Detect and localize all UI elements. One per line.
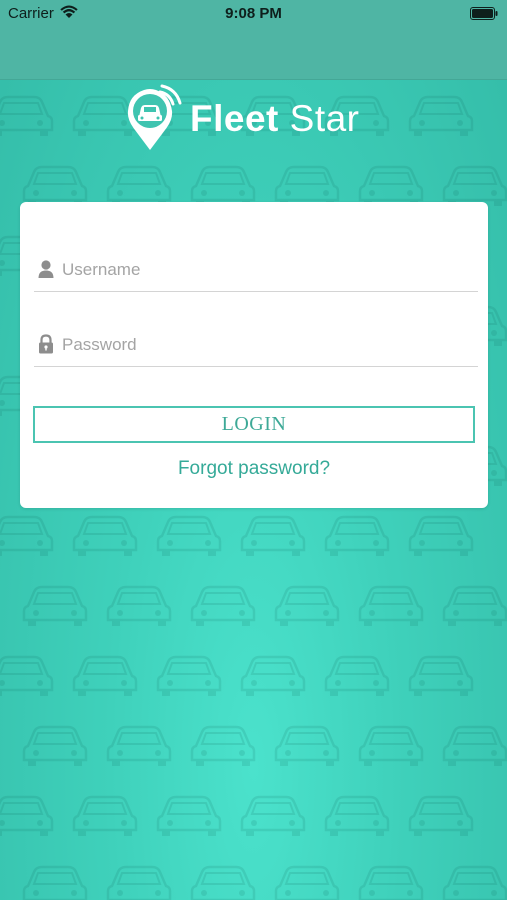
clock: 9:08 PM [225, 5, 282, 22]
user-icon [38, 260, 54, 278]
login-card: LOGIN Forgot password? [20, 202, 488, 508]
car-pattern-icon [442, 585, 507, 628]
car-pattern-icon [358, 725, 424, 768]
car-pattern-icon [324, 655, 390, 698]
app-name: Fleet Star [190, 98, 360, 140]
car-pattern-icon [106, 725, 172, 768]
car-pattern-icon [274, 725, 340, 768]
battery-icon [470, 7, 498, 20]
car-pattern-icon [106, 165, 172, 208]
app-screen: Carrier 9:08 PM Fleet Star Username LOGI… [0, 0, 507, 900]
car-pattern-icon [190, 585, 256, 628]
car-pattern-icon [156, 655, 222, 698]
car-pattern-icon [324, 515, 390, 558]
car-location-pin-icon [127, 84, 182, 150]
car-pattern-icon [22, 865, 88, 900]
car-pattern-icon [274, 585, 340, 628]
car-pattern-icon [22, 165, 88, 208]
car-pattern-icon [408, 655, 474, 698]
car-pattern-icon [72, 795, 138, 838]
status-bar: Carrier 9:08 PM [0, 0, 507, 28]
car-pattern-icon [156, 515, 222, 558]
car-pattern-icon [72, 515, 138, 558]
car-pattern-icon [0, 795, 54, 838]
car-pattern-icon [240, 515, 306, 558]
car-pattern-icon [240, 655, 306, 698]
car-pattern-icon [190, 865, 256, 900]
password-input[interactable] [62, 323, 472, 367]
username-field [34, 248, 478, 292]
car-pattern-icon [190, 165, 256, 208]
car-pattern-icon [408, 515, 474, 558]
car-pattern-icon [358, 165, 424, 208]
car-pattern-icon [72, 655, 138, 698]
car-pattern-icon [358, 865, 424, 900]
car-pattern-icon [274, 165, 340, 208]
car-pattern-icon [358, 585, 424, 628]
lock-icon [39, 334, 53, 354]
login-button[interactable]: LOGIN [33, 406, 475, 443]
app-name-light: Star [289, 98, 360, 139]
car-pattern-icon [0, 515, 54, 558]
car-pattern-icon [324, 795, 390, 838]
car-pattern-icon [408, 795, 474, 838]
car-pattern-icon [240, 795, 306, 838]
car-pattern-icon [442, 725, 507, 768]
car-pattern-icon [22, 725, 88, 768]
car-pattern-icon [22, 585, 88, 628]
app-name-bold: Fleet [190, 98, 279, 139]
car-pattern-icon [0, 655, 54, 698]
password-field [34, 323, 478, 367]
car-pattern-icon [156, 795, 222, 838]
car-pattern-icon [442, 165, 507, 208]
car-pattern-icon [274, 865, 340, 900]
car-pattern-icon [106, 585, 172, 628]
car-pattern-icon [408, 95, 474, 138]
car-pattern-icon [190, 725, 256, 768]
username-input[interactable] [62, 248, 472, 292]
car-pattern-icon [0, 95, 54, 138]
car-pattern-icon [106, 865, 172, 900]
fleet-star-logo: Fleet Star [126, 84, 386, 154]
forgot-password-link[interactable]: Forgot password? [20, 458, 488, 480]
car-pattern-icon [442, 865, 507, 900]
